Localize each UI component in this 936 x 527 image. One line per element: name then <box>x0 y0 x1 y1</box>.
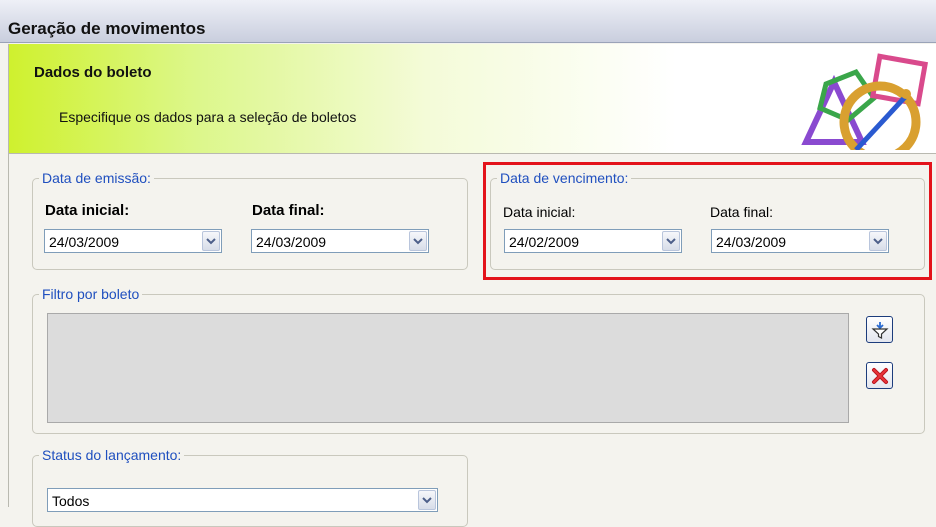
filtro-legend: Filtro por boleto <box>42 286 140 302</box>
emissao-inicial-value: 24/03/2009 <box>49 234 120 250</box>
emissao-inicial-combo[interactable]: 24/03/2009 <box>44 229 222 253</box>
filter-add-icon <box>870 321 889 339</box>
emissao-final-value: 24/03/2009 <box>256 234 327 250</box>
chevron-down-icon[interactable] <box>202 231 220 251</box>
add-filter-button[interactable] <box>866 316 893 343</box>
window-title: Geração de movimentos <box>8 19 206 38</box>
geometric-shapes-logo-icon <box>801 53 929 150</box>
emissao-inicial-label: Data inicial: <box>45 202 130 219</box>
chevron-down-icon[interactable] <box>418 490 436 510</box>
remove-filter-button[interactable] <box>866 362 893 389</box>
banner-heading: Dados do boleto <box>34 64 152 81</box>
highlight-rectangle <box>483 162 932 280</box>
status-legend: Status do lançamento: <box>42 447 182 463</box>
chevron-down-icon[interactable] <box>409 231 427 251</box>
banner-subtitle: Especifique os dados para a seleção de b… <box>59 109 357 125</box>
window-titlebar: Geração de movimentos <box>0 0 936 43</box>
emissao-final-label: Data final: <box>252 202 325 219</box>
emissao-final-combo[interactable]: 24/03/2009 <box>251 229 429 253</box>
emissao-legend: Data de emissão: <box>42 170 151 186</box>
emissao-group: Data de emissão: <box>32 170 468 270</box>
red-x-icon <box>871 367 888 384</box>
filtro-list[interactable] <box>47 313 849 423</box>
status-combo[interactable]: Todos <box>47 488 438 512</box>
header-banner: Dados do boleto Especifique os dados par… <box>8 44 936 154</box>
status-group: Status do lançamento: <box>32 447 468 527</box>
